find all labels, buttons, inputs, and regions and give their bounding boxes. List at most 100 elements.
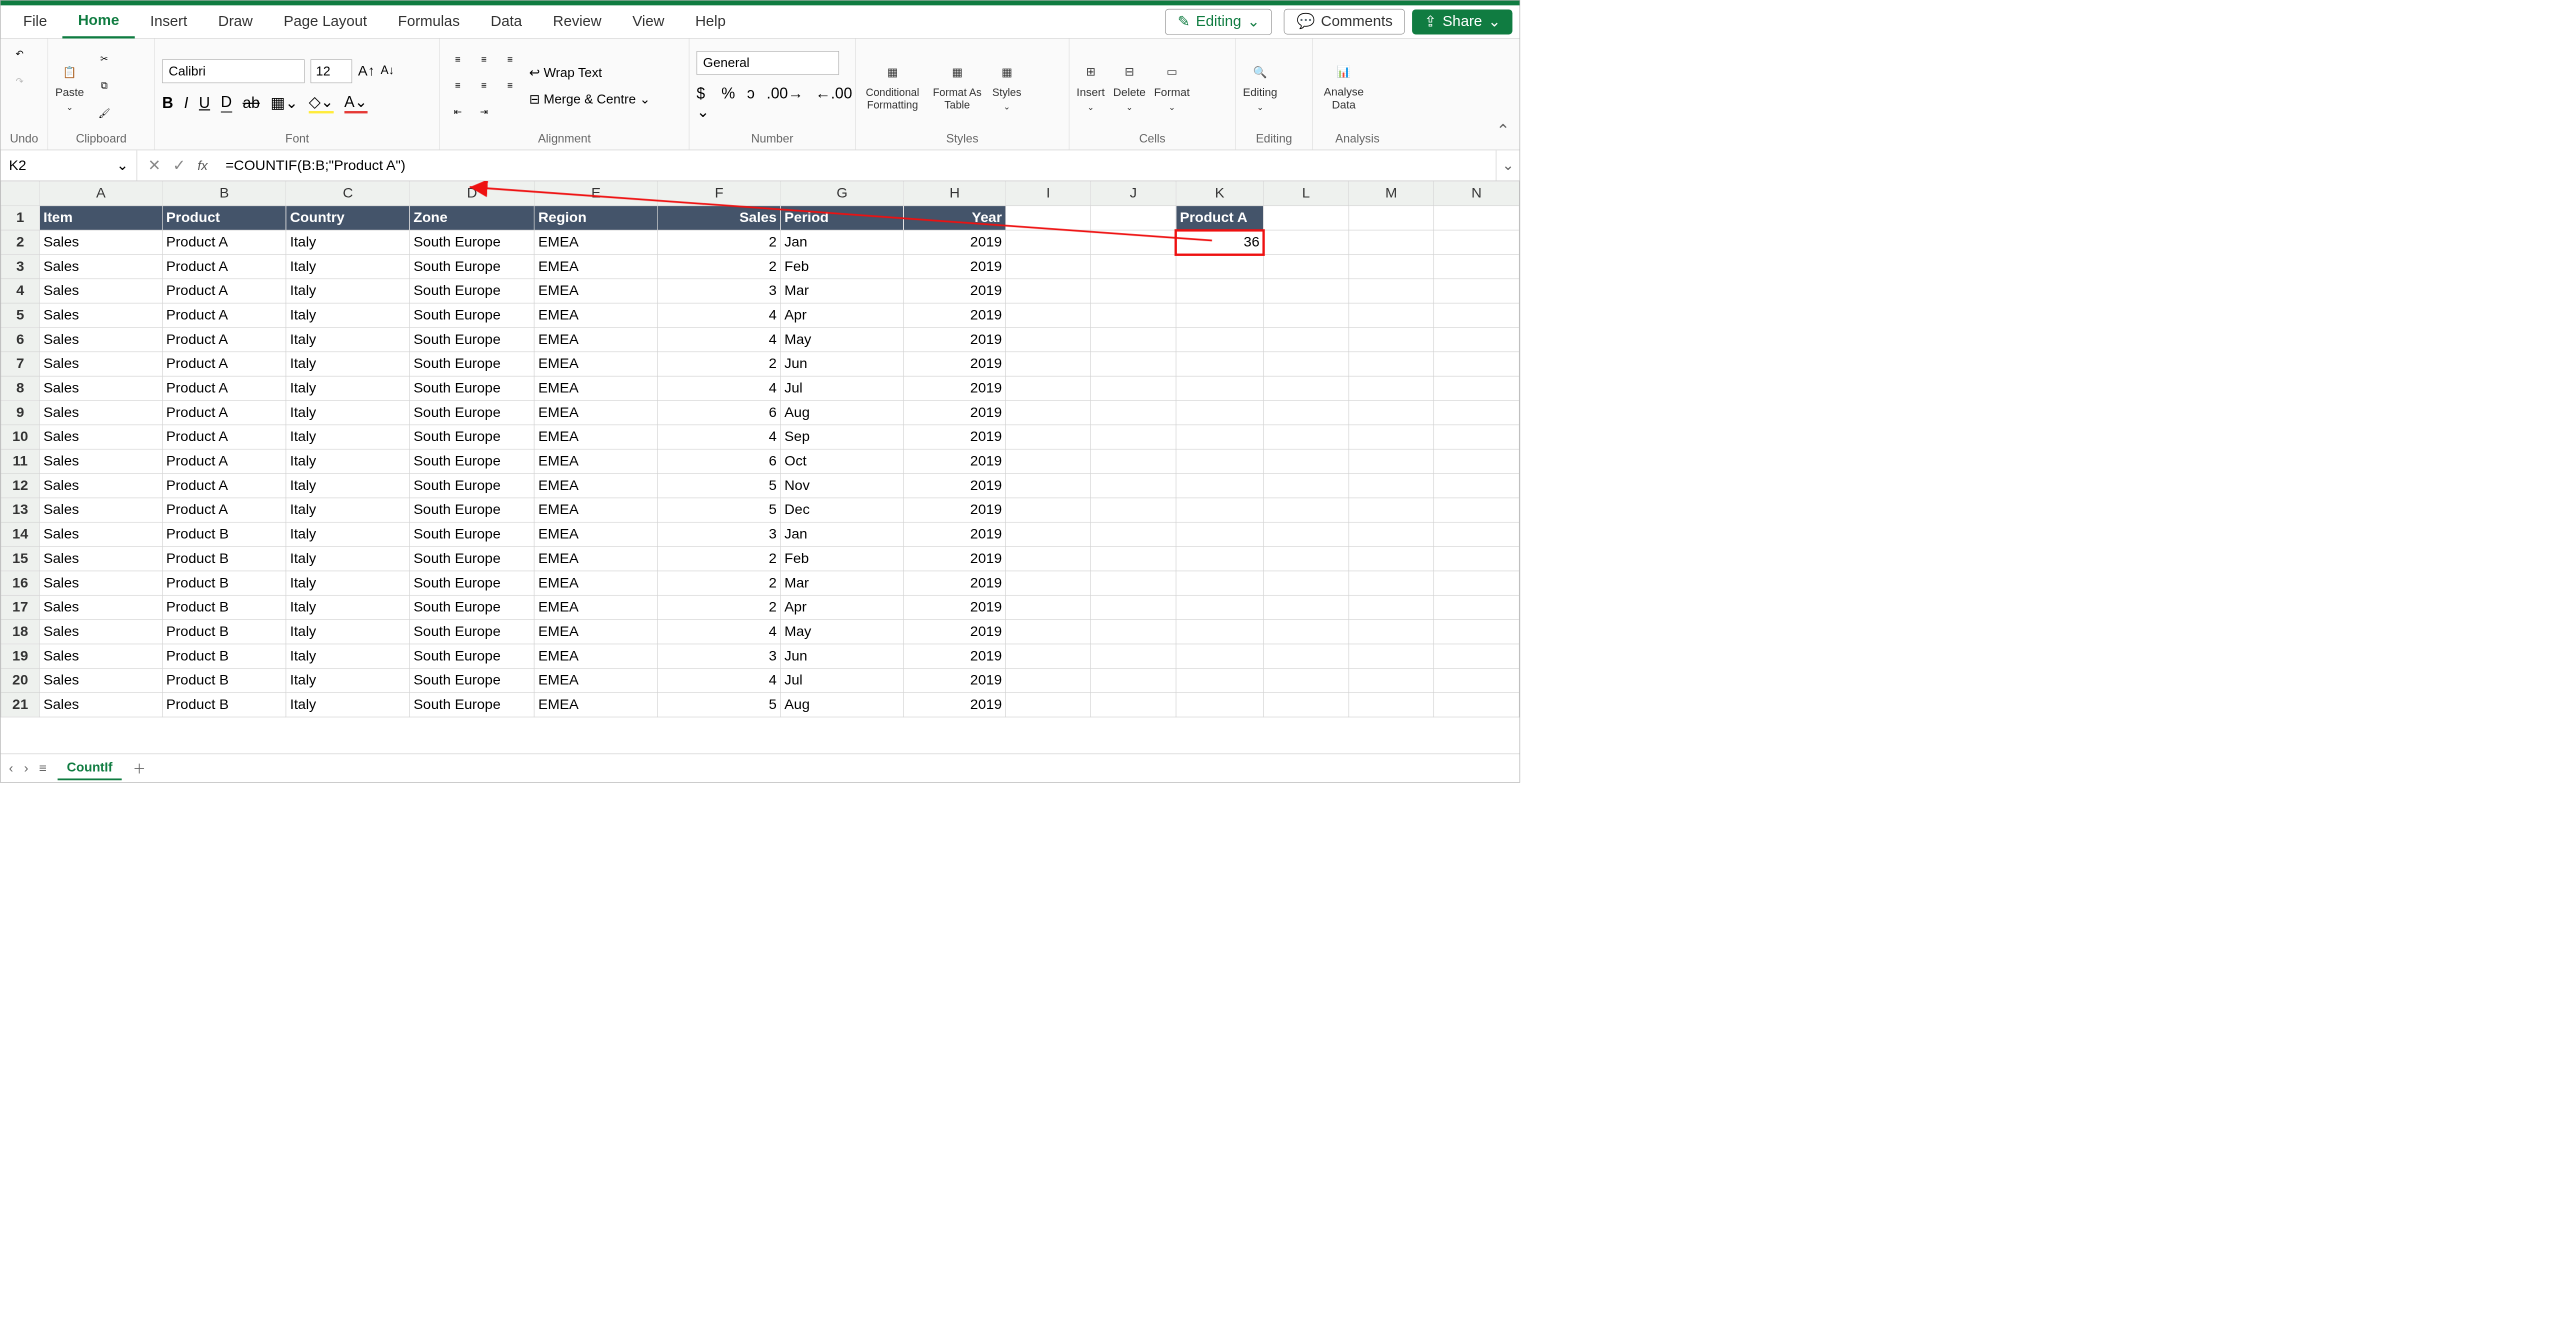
cell-N12[interactable] <box>1434 474 1519 498</box>
tab-page-layout[interactable]: Page Layout <box>268 5 382 38</box>
cell-D19[interactable]: South Europe <box>410 644 535 668</box>
name-box[interactable]: K2 ⌄ <box>1 150 138 180</box>
cell-A6[interactable]: Sales <box>39 327 162 351</box>
cell-E15[interactable]: EMEA <box>534 547 657 571</box>
cell-L9[interactable] <box>1263 401 1348 425</box>
decrease-decimal-button[interactable]: ←.00 <box>815 84 852 121</box>
cell-I2[interactable] <box>1006 230 1091 254</box>
cell-D14[interactable]: South Europe <box>410 522 535 546</box>
sheet-tab-countif[interactable]: CountIf <box>57 756 122 780</box>
cell-M14[interactable] <box>1349 522 1434 546</box>
cell-C10[interactable]: Italy <box>286 425 410 449</box>
tab-data[interactable]: Data <box>475 5 537 38</box>
cell-I5[interactable] <box>1006 303 1091 327</box>
cell-D17[interactable]: South Europe <box>410 595 535 619</box>
col-header-E[interactable]: E <box>534 181 657 205</box>
wrap-text-button[interactable]: ↩ Wrap Text <box>529 65 650 80</box>
cell-M5[interactable] <box>1349 303 1434 327</box>
share-button[interactable]: ⇪ Share ⌄ <box>1412 9 1512 34</box>
cell-M9[interactable] <box>1349 401 1434 425</box>
cell-D8[interactable]: South Europe <box>410 376 535 400</box>
cell-F19[interactable]: 3 <box>658 644 781 668</box>
cell-D2[interactable]: South Europe <box>410 230 535 254</box>
cell-K6[interactable] <box>1176 327 1263 351</box>
cell-G13[interactable]: Dec <box>781 498 904 522</box>
undo-button[interactable]: ↶ <box>8 42 32 66</box>
cell-L16[interactable] <box>1263 571 1348 595</box>
col-header-H[interactable]: H <box>904 181 1006 205</box>
cell-E20[interactable]: EMEA <box>534 668 657 692</box>
cell-F13[interactable]: 5 <box>658 498 781 522</box>
cell-C14[interactable]: Italy <box>286 522 410 546</box>
cell-A14[interactable]: Sales <box>39 522 162 546</box>
cell-J21[interactable] <box>1091 693 1176 717</box>
increase-font-button[interactable]: A↑ <box>358 63 375 80</box>
cell-H9[interactable]: 2019 <box>904 401 1006 425</box>
cell-D16[interactable]: South Europe <box>410 571 535 595</box>
cell-J16[interactable] <box>1091 571 1176 595</box>
italic-button[interactable]: I <box>184 94 188 112</box>
row-header-18[interactable]: 18 <box>1 620 40 644</box>
cell-M19[interactable] <box>1349 644 1434 668</box>
tab-insert[interactable]: Insert <box>135 5 203 38</box>
cell-G5[interactable]: Apr <box>781 303 904 327</box>
cell-M4[interactable] <box>1349 279 1434 303</box>
select-all-cell[interactable] <box>1 181 40 205</box>
cell-N7[interactable] <box>1434 352 1519 376</box>
cell-G6[interactable]: May <box>781 327 904 351</box>
cell-C4[interactable]: Italy <box>286 279 410 303</box>
cell-N10[interactable] <box>1434 425 1519 449</box>
cell-D1[interactable]: Zone <box>410 206 535 230</box>
cell-L6[interactable] <box>1263 327 1348 351</box>
cell-C21[interactable]: Italy <box>286 693 410 717</box>
cell-H11[interactable]: 2019 <box>904 449 1006 473</box>
cell-K8[interactable] <box>1176 376 1263 400</box>
font-color-button[interactable]: A⌄ <box>344 92 367 113</box>
spreadsheet-grid[interactable]: ABCDEFGHIJKLMN1ItemProductCountryZoneReg… <box>1 181 1520 753</box>
cell-I8[interactable] <box>1006 376 1091 400</box>
cell-J19[interactable] <box>1091 644 1176 668</box>
cell-G18[interactable]: May <box>781 620 904 644</box>
cell-F10[interactable]: 4 <box>658 425 781 449</box>
cell-N13[interactable] <box>1434 498 1519 522</box>
align-middle-left-button[interactable]: ≡ <box>447 75 468 96</box>
cell-N6[interactable] <box>1434 327 1519 351</box>
border-button[interactable]: ▦⌄ <box>270 94 298 112</box>
decrease-font-button[interactable]: A↓ <box>381 64 395 78</box>
cell-G2[interactable]: Jan <box>781 230 904 254</box>
cell-F6[interactable]: 4 <box>658 327 781 351</box>
cell-M10[interactable] <box>1349 425 1434 449</box>
delete-cells-button[interactable]: ⊟Delete⌄ <box>1113 60 1146 112</box>
cell-L3[interactable] <box>1263 254 1348 278</box>
format-as-table-button[interactable]: ▦Format As Table <box>930 61 983 112</box>
cell-L12[interactable] <box>1263 474 1348 498</box>
cell-B4[interactable]: Product A <box>162 279 286 303</box>
underline-button[interactable]: U <box>199 94 210 112</box>
cell-H21[interactable]: 2019 <box>904 693 1006 717</box>
prev-sheet-button[interactable]: ‹ <box>9 760 13 775</box>
cell-N11[interactable] <box>1434 449 1519 473</box>
tab-formulas[interactable]: Formulas <box>382 5 475 38</box>
cell-I14[interactable] <box>1006 522 1091 546</box>
cell-C20[interactable]: Italy <box>286 668 410 692</box>
cell-C7[interactable]: Italy <box>286 352 410 376</box>
cell-G19[interactable]: Jun <box>781 644 904 668</box>
cell-F17[interactable]: 2 <box>658 595 781 619</box>
cell-E7[interactable]: EMEA <box>534 352 657 376</box>
cell-K10[interactable] <box>1176 425 1263 449</box>
cell-L4[interactable] <box>1263 279 1348 303</box>
cell-L20[interactable] <box>1263 668 1348 692</box>
cell-H4[interactable]: 2019 <box>904 279 1006 303</box>
cell-E21[interactable]: EMEA <box>534 693 657 717</box>
cell-H18[interactable]: 2019 <box>904 620 1006 644</box>
cell-C2[interactable]: Italy <box>286 230 410 254</box>
bold-button[interactable]: B <box>162 94 173 112</box>
cell-H6[interactable]: 2019 <box>904 327 1006 351</box>
cell-K18[interactable] <box>1176 620 1263 644</box>
decrease-indent-button[interactable]: ⇤ <box>447 102 468 123</box>
cell-J18[interactable] <box>1091 620 1176 644</box>
cell-J6[interactable] <box>1091 327 1176 351</box>
cell-B15[interactable]: Product B <box>162 547 286 571</box>
cell-J15[interactable] <box>1091 547 1176 571</box>
tab-file[interactable]: File <box>8 5 63 38</box>
